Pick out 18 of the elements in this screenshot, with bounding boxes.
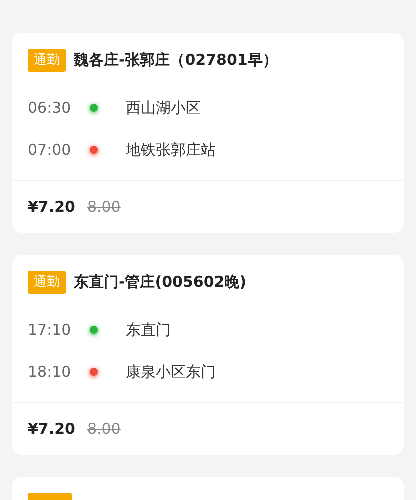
stop-time: 18:10 xyxy=(28,363,72,381)
price: ¥7.20 xyxy=(28,420,76,438)
stop-time: 17:10 xyxy=(28,321,72,339)
original-price: 8.00 xyxy=(87,420,121,438)
trip-card[interactable]: 通勤 东直门-管庄(005602晚) 17:10 东直门 18:10 康泉小区东门 ¥7.20 8.00 xyxy=(12,255,404,455)
stop-time: 07:00 xyxy=(28,141,72,159)
stop-name: 西山湖小区 xyxy=(126,98,201,118)
price: ¥7.20 xyxy=(28,198,76,216)
stop-name: 康泉小区东门 xyxy=(126,362,216,382)
route-title: 魏各庄-张郭庄（027801早） xyxy=(74,51,278,70)
stop-name: 东直门 xyxy=(126,320,171,340)
tag-label: 通勤 xyxy=(28,49,66,72)
stop-time: 06:30 xyxy=(28,99,72,117)
trip-card[interactable]: 通勤 魏各庄-张郭庄（027801早） 06:30 西山湖小区 07:00 地铁张郭庄站 ¥7.20 8.00 xyxy=(12,33,404,233)
route-title: 东直门-管庄(005602晚) xyxy=(74,273,247,292)
stop-name: 地铁张郭庄站 xyxy=(126,140,216,160)
tag-label: 通勤 xyxy=(28,271,66,294)
original-price: 8.00 xyxy=(87,198,121,216)
